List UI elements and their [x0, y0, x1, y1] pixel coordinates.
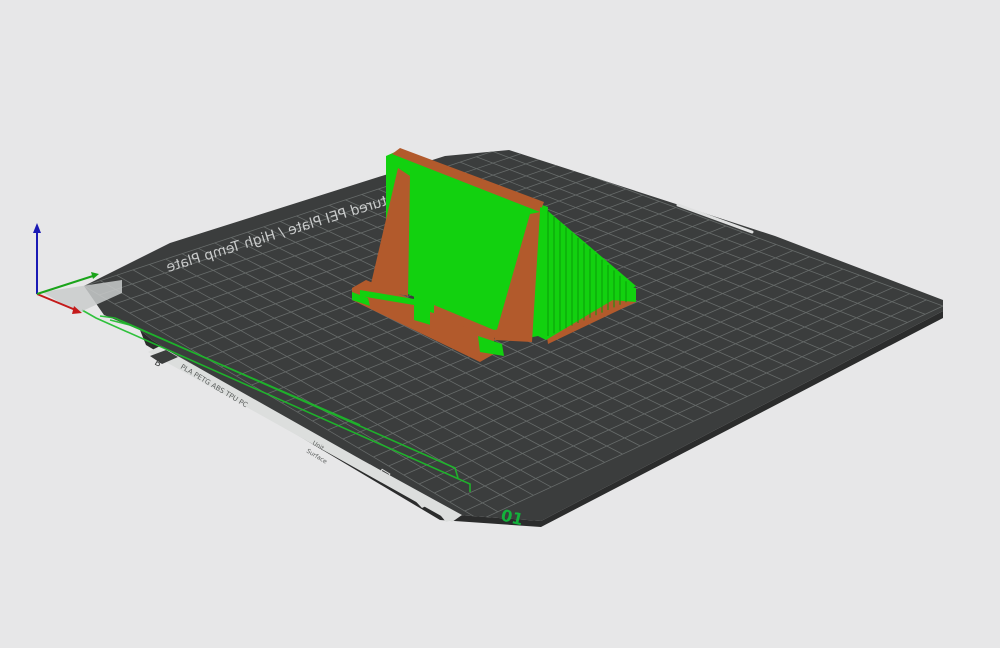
3d-viewport[interactable]: Bambu Textured PEI Plate / High Temp Pla…: [0, 0, 1000, 644]
plate-number: 01: [499, 505, 525, 529]
plate-side-code: B: [152, 358, 162, 370]
